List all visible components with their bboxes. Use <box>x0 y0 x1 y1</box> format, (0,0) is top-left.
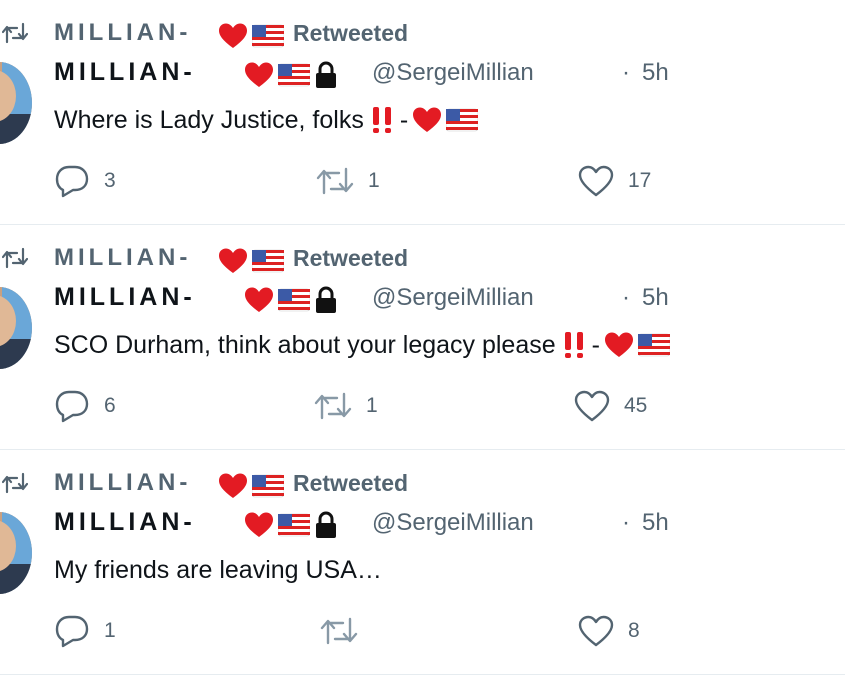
tweet-text-content: SCO Durham, think about your legacy plea… <box>54 330 556 359</box>
reply-button[interactable]: 3 <box>54 163 116 199</box>
tweet-timestamp[interactable]: 5h <box>642 509 669 537</box>
red-heart-emoji-icon <box>245 512 273 537</box>
retweeter-emojis <box>218 472 284 500</box>
red-heart-emoji-icon <box>604 332 633 357</box>
retweet-icon <box>320 617 358 645</box>
separator-dot: · <box>622 59 630 86</box>
lock-emoji-icon <box>316 286 336 313</box>
display-name[interactable]: MILLIAN- <box>54 508 196 537</box>
us-flag-emoji-icon <box>637 333 670 357</box>
reply-button[interactable]: 1 <box>54 613 116 649</box>
tweet-text: SCO Durham, think about your legacy plea… <box>54 328 670 362</box>
display-name-emojis <box>244 61 338 89</box>
tweet-timestamp[interactable]: 5h <box>642 59 669 87</box>
double-exclamation-emoji-icon <box>372 107 391 133</box>
us-flag-emoji-icon <box>278 63 310 87</box>
us-flag-emoji-icon <box>446 108 479 132</box>
display-name-emojis <box>244 286 338 314</box>
divider <box>0 674 845 675</box>
retweeter-name[interactable]: MILLIAN- <box>54 469 191 497</box>
reply-count: 3 <box>104 169 116 192</box>
red-heart-emoji-icon <box>245 287 273 312</box>
tweet[interactable]: MILLIAN- Retweeted MILLIAN- @SergeiMilli… <box>0 0 845 225</box>
retweet-icon <box>2 247 28 269</box>
retweet-button[interactable] <box>320 613 372 649</box>
user-handle[interactable]: @SergeiMillian <box>372 509 534 537</box>
retweeted-label: Retweeted <box>293 245 409 271</box>
lock-emoji-icon <box>316 61 336 88</box>
retweeter-emojis <box>218 22 284 50</box>
user-handle[interactable]: @SergeiMillian <box>372 284 534 312</box>
retweet-count: 1 <box>368 169 380 192</box>
red-heart-emoji-icon <box>219 248 247 273</box>
retweeter-name[interactable]: MILLIAN- <box>54 244 191 272</box>
avatar[interactable] <box>0 62 32 144</box>
separator-dot: · <box>622 509 630 536</box>
us-flag-emoji-icon <box>252 24 284 48</box>
retweet-icon <box>314 392 352 420</box>
tweet[interactable]: MILLIAN- Retweeted MILLIAN- @SergeiMilli… <box>0 225 845 450</box>
retweet-icon <box>2 22 28 44</box>
like-button[interactable]: 17 <box>578 163 651 199</box>
like-button[interactable]: 45 <box>574 388 647 424</box>
display-name-emojis <box>244 511 338 539</box>
tweet-text-content: My friends are leaving USA… <box>54 555 382 584</box>
like-count: 8 <box>628 619 640 642</box>
user-handle[interactable]: @SergeiMillian <box>372 59 534 87</box>
tweet[interactable]: MILLIAN- Retweeted MILLIAN- @SergeiMilli… <box>0 450 845 675</box>
red-heart-emoji-icon <box>219 23 247 48</box>
reply-icon <box>55 615 89 648</box>
separator-dot: · <box>622 284 630 311</box>
tweet-text: Where is Lady Justice, folks - <box>54 103 479 137</box>
us-flag-emoji-icon <box>278 288 310 312</box>
retweet-button[interactable]: 1 <box>316 163 380 199</box>
retweeter-emojis <box>218 247 284 275</box>
text-dash: - <box>591 330 600 359</box>
retweet-count: 1 <box>366 394 378 417</box>
double-exclamation-emoji-icon <box>564 332 583 358</box>
reply-icon <box>55 165 89 198</box>
red-heart-emoji-icon <box>245 62 273 87</box>
display-name[interactable]: MILLIAN- <box>54 283 196 312</box>
heart-outline-icon <box>578 165 614 197</box>
retweet-button[interactable]: 1 <box>314 388 378 424</box>
like-count: 45 <box>624 394 648 417</box>
avatar[interactable] <box>0 287 32 369</box>
retweet-icon <box>316 167 354 195</box>
display-name[interactable]: MILLIAN- <box>54 58 196 87</box>
reply-count: 1 <box>104 619 116 642</box>
reply-button[interactable]: 6 <box>54 388 116 424</box>
us-flag-emoji-icon <box>252 249 284 273</box>
heart-outline-icon <box>578 615 614 647</box>
retweet-icon <box>2 472 28 494</box>
avatar[interactable] <box>0 512 32 594</box>
retweeter-name[interactable]: MILLIAN- <box>54 19 191 47</box>
reply-count: 6 <box>104 394 116 417</box>
tweet-timestamp[interactable]: 5h <box>642 284 669 312</box>
tweet-text-content: Where is Lady Justice, folks <box>54 105 364 134</box>
like-count: 17 <box>628 169 652 192</box>
heart-outline-icon <box>574 390 610 422</box>
reply-icon <box>55 390 89 423</box>
red-heart-emoji-icon <box>219 473 247 498</box>
retweeted-label: Retweeted <box>293 470 409 496</box>
us-flag-emoji-icon <box>252 474 284 498</box>
us-flag-emoji-icon <box>278 513 310 537</box>
lock-emoji-icon <box>316 511 336 538</box>
retweeted-label: Retweeted <box>293 20 409 46</box>
text-dash: - <box>399 105 409 134</box>
like-button[interactable]: 8 <box>578 613 640 649</box>
tweet-text: My friends are leaving USA… <box>54 553 382 587</box>
red-heart-emoji-icon <box>413 107 442 132</box>
